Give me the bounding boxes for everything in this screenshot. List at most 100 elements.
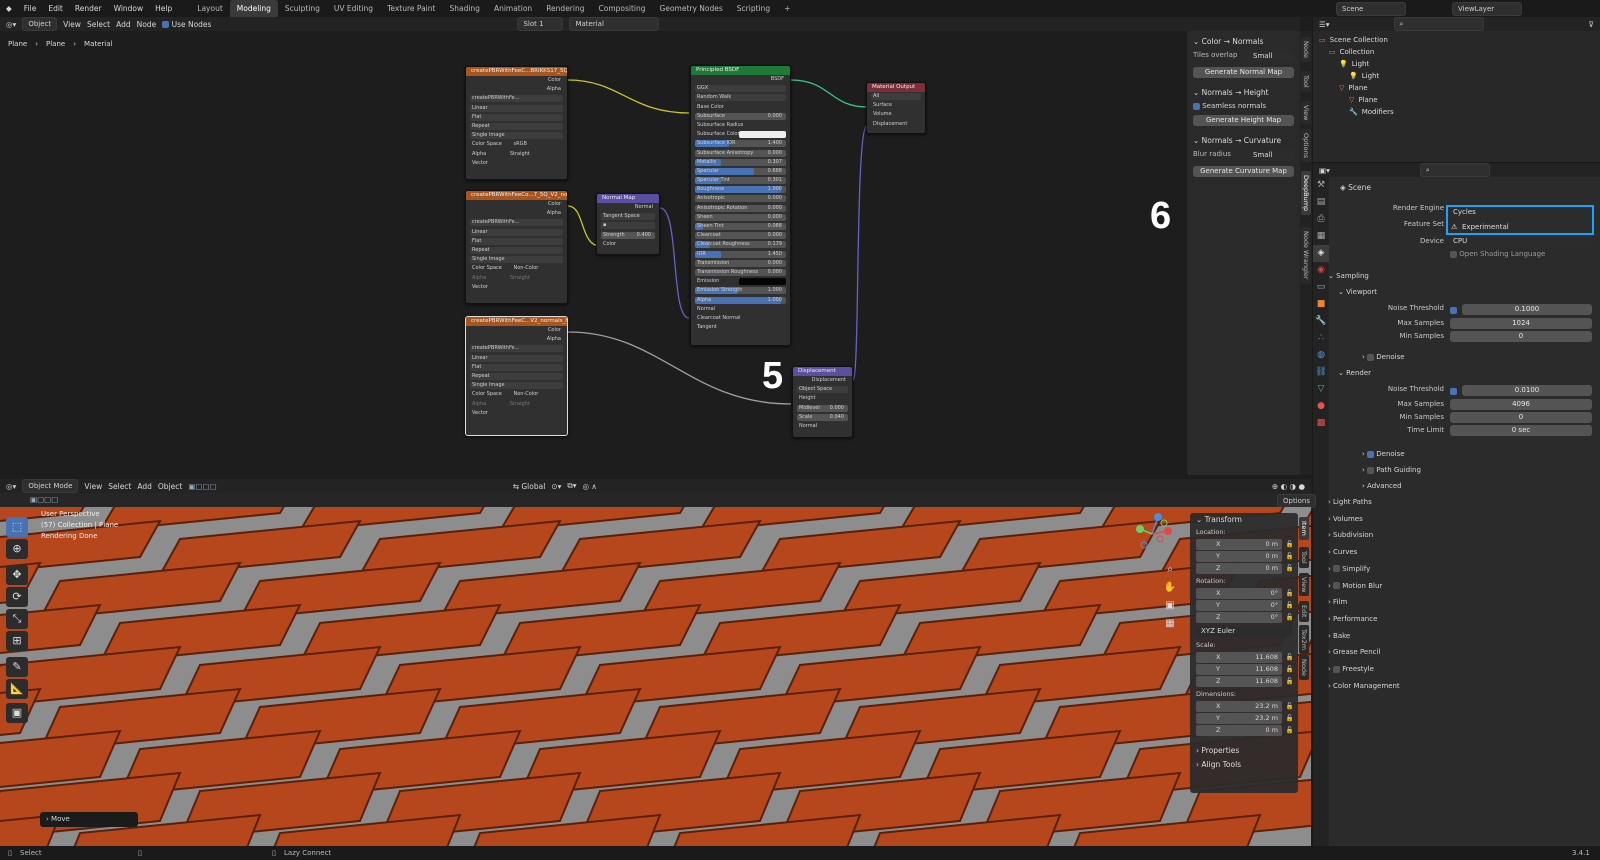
normal-map-node[interactable]: Normal Map Normal Tangent Space ▪ Streng… [596, 193, 660, 255]
rot-z-field[interactable]: Z 0° 🔓 [1196, 612, 1294, 623]
extension-dropdown[interactable]: Repeat [466, 122, 567, 131]
space-dropdown[interactable]: Object Space [793, 385, 852, 394]
image-selector[interactable]: createPBRWithFe... [466, 344, 567, 353]
section-freestyle[interactable]: › Freestyle [1328, 665, 1374, 673]
lock-icon[interactable]: 🔓 [1286, 713, 1294, 724]
displacement-node[interactable]: Displacement Displacement Object Space H… [792, 366, 853, 438]
blur-dropdown[interactable]: Small [1248, 150, 1294, 161]
projection-dropdown[interactable]: Flat [466, 113, 567, 122]
source-dropdown[interactable]: Single Image [466, 381, 567, 390]
viewport-subpanel[interactable]: ⌄ Viewport [1338, 288, 1377, 296]
material-tab-icon[interactable]: ● [1313, 398, 1329, 415]
physics-tab-icon[interactable]: ◍ [1313, 347, 1329, 364]
tab-item[interactable]: Item [1299, 517, 1309, 540]
bsdf-input-subsurface-anisotropy[interactable]: Subsurface Anisotropy 0.000 [691, 149, 790, 158]
scale-icon[interactable]: ⤡ [6, 609, 28, 629]
scale-field[interactable]: Scale 0.040 [793, 413, 852, 422]
image-texture-node-1[interactable]: createPBRWithFeeC...BRIKKS17_5Q_V2.jpg C… [465, 66, 568, 180]
device-dropdown[interactable]: CPU [1448, 236, 1592, 247]
bsdf-input-emission[interactable]: Emission [691, 277, 790, 286]
align-tools-panel[interactable]: › Align Tools [1190, 758, 1298, 772]
bsdf-input-roughness[interactable]: Roughness 1.000 [691, 185, 790, 194]
vp-max-samples-field[interactable]: 1024 [1450, 318, 1592, 329]
normals-curvature-panel[interactable]: ⌄ Normals → Curvature [1187, 134, 1300, 148]
rot-x-field[interactable]: X 0° 🔓 [1196, 588, 1294, 599]
bsdf-input-subsurface-radius[interactable]: Subsurface Radius [691, 121, 790, 130]
source-dropdown[interactable]: Single Image [466, 255, 567, 264]
particles-tab-icon[interactable]: ∴ [1313, 330, 1329, 347]
select-box-icon[interactable]: ⬚ [6, 517, 28, 537]
last-operator-panel[interactable]: › Move [40, 812, 138, 827]
render-tab-icon[interactable]: ▤ [1313, 194, 1329, 211]
generate-normal-map-button[interactable]: Generate Normal Map [1193, 67, 1294, 78]
constraints-tab-icon[interactable]: ⛓ [1313, 364, 1329, 381]
colorspace-row[interactable]: Color Space Non-Color [466, 390, 567, 399]
outliner-item-plane[interactable]: ▽ Plane [1313, 82, 1600, 94]
select-mode-icons[interactable]: ▣▢▢▢ [188, 482, 216, 491]
outliner-item-light[interactable]: 💡 Light [1313, 70, 1600, 82]
filter-icon[interactable]: ⊽ [1589, 20, 1595, 29]
outliner-editor-icon[interactable]: ☰▾ [1319, 20, 1330, 29]
transform-panel[interactable]: ⌄ Transform [1190, 513, 1298, 527]
scl-y-field[interactable]: Y 11.608 🔓 [1196, 664, 1294, 675]
generate-height-map-button[interactable]: Generate Height Map [1193, 115, 1294, 126]
outliner-item-modifiers[interactable]: 🔧 Modifiers [1313, 106, 1600, 118]
lock-icon[interactable]: 🔓 [1286, 612, 1294, 623]
tab-view[interactable]: View [1299, 573, 1309, 597]
alpha-row[interactable]: Alpha Straight [466, 150, 567, 159]
tab-tool[interactable]: Tool [1299, 547, 1309, 568]
zoom-icon[interactable]: ⌕ [1163, 561, 1177, 579]
extension-dropdown[interactable]: Repeat [466, 246, 567, 255]
colorspace-row[interactable]: Color Space Non-Color [466, 264, 567, 273]
loc-z-field[interactable]: Z0 m 🔓 [1196, 563, 1294, 574]
bsdf-input-normal[interactable]: Normal [691, 305, 790, 314]
snap-icon[interactable]: ⧉▾ [567, 481, 576, 491]
rotation-mode-dropdown[interactable]: XYZ Euler [1196, 626, 1292, 637]
tab-tool[interactable]: Tool [1301, 71, 1311, 92]
subsurface-method-dropdown[interactable]: Random Walk [691, 93, 790, 102]
section-curves[interactable]: › Curves [1328, 548, 1357, 556]
normals-height-panel[interactable]: ⌄ Normals → Height [1187, 86, 1300, 100]
bsdf-input-emission-strength[interactable]: Emission Strength 1.000 [691, 286, 790, 295]
data-tab-icon[interactable]: ▽ [1313, 381, 1329, 398]
section-motion-blur[interactable]: › Motion Blur [1328, 582, 1382, 590]
outliner-item-collection[interactable]: ▭ Collection [1313, 46, 1600, 58]
outliner-item-plane[interactable]: ▽ Plane [1313, 94, 1600, 106]
loc-x-field[interactable]: X0 m 🔓 [1196, 539, 1294, 550]
bsdf-input-clearcoat[interactable]: Clearcoat 0.000 [691, 231, 790, 240]
r-max-samples-field[interactable]: 4096 [1450, 399, 1592, 410]
section-bake[interactable]: › Bake [1328, 632, 1350, 640]
bsdf-input-transmission[interactable]: Transmission 0.000 [691, 259, 790, 268]
pivot-icon[interactable]: ⊙▾ [551, 482, 561, 491]
material-output-node[interactable]: Material Output All Surface Volume Displ… [866, 82, 926, 134]
properties-panel[interactable]: › Properties [1190, 744, 1298, 758]
pan-hand-icon[interactable]: ✋ [1163, 579, 1177, 597]
bsdf-input-alpha[interactable]: Alpha 1.000 [691, 296, 790, 305]
lock-icon[interactable]: 🔓 [1286, 551, 1294, 562]
image-selector[interactable]: createPBRWithFe... [466, 218, 567, 227]
add-cube-icon[interactable]: ▣ [6, 703, 28, 723]
shading-mode-icons[interactable]: ⊕ ◐ ◑ ● [1272, 482, 1305, 491]
bsdf-input-base-color[interactable]: Base Color [691, 103, 790, 112]
uvmap-field[interactable]: ▪ [597, 221, 659, 230]
object-tab-icon[interactable]: ■ [1313, 296, 1329, 313]
vp-denoise-subpanel[interactable]: › Denoise [1362, 353, 1405, 361]
principled-bsdf-node[interactable]: Principled BSDF BSDF GGX Random Walk Bas… [690, 65, 791, 346]
lock-icon[interactable]: 🔓 [1286, 652, 1294, 663]
r-min-samples-field[interactable]: 0 [1450, 412, 1592, 423]
move-icon[interactable]: ✥ [6, 565, 28, 585]
proportional-edit-icon[interactable]: ◎ ∧ [583, 482, 597, 491]
cursor-icon[interactable]: ⊕ [6, 539, 28, 559]
bsdf-input-ior[interactable]: IOR 1.450 [691, 250, 790, 259]
add-menu[interactable]: Add [137, 482, 152, 491]
view-layer-tab-icon[interactable]: ▦ [1313, 228, 1329, 245]
select-menu[interactable]: Select [108, 482, 131, 491]
vp-min-samples-field[interactable]: 0 [1450, 331, 1592, 342]
bsdf-input-transmission-roughness[interactable]: Transmission Roughness 0.000 [691, 268, 790, 277]
interpolation-dropdown[interactable]: Linear [466, 228, 567, 237]
vp-noise-checkbox[interactable] [1450, 305, 1457, 314]
render-subpanel[interactable]: ⌄ Render [1338, 369, 1371, 377]
properties-editor-icon[interactable]: ▣▾ [1319, 166, 1330, 175]
image-texture-node-2[interactable]: createPBRWithFeeCo...7_5Q_V2_normals.jpg… [465, 190, 568, 304]
bsdf-input-subsurface-ior[interactable]: Subsurface IOR 1.400 [691, 139, 790, 148]
